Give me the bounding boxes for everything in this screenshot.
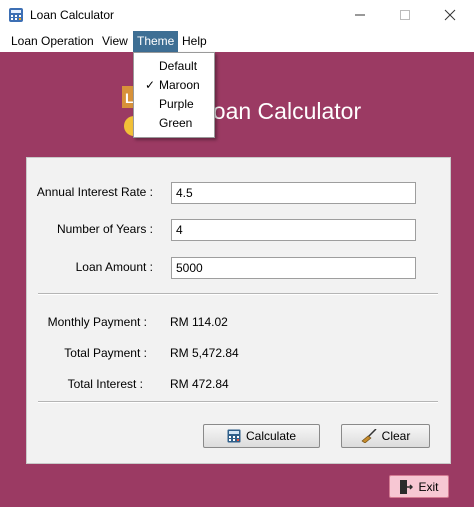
title-bar: Loan Calculator [0,0,474,30]
window-title: Loan Calculator [30,8,115,22]
exit-button[interactable]: Exit [389,475,449,498]
close-window-button[interactable] [438,4,462,26]
theme-option-purple[interactable]: Purple [134,95,214,114]
monthly-payment-value: RM 114.02 [170,315,228,329]
minimize-button[interactable] [348,4,372,26]
menu-theme[interactable]: Theme [133,31,179,52]
theme-option-default[interactable]: Default [134,57,214,76]
theme-option-maroon[interactable]: ✓ Maroon [134,76,214,95]
menu-help[interactable]: Help [178,31,211,52]
menu-bar: Loan Operation View Theme Help [0,31,474,52]
total-payment-value: RM 5,472.84 [170,346,239,360]
logo-title: Loan Calculator [200,98,362,124]
clear-label: Clear [381,429,411,443]
menu-view[interactable]: View [98,31,132,52]
calculate-button[interactable]: Calculate [203,424,320,448]
menu-loan-operation[interactable]: Loan Operation [7,31,98,52]
monthly-payment-label: Monthly Payment : [47,315,147,329]
total-interest-label: Total Interest : [67,377,143,391]
check-icon: ✓ [145,78,156,92]
calculate-label: Calculate [245,429,297,443]
separator [38,401,438,403]
app-calculator-icon [8,7,24,23]
theme-option-green[interactable]: Green [134,114,214,133]
separator [38,293,438,295]
total-payment-label: Total Payment : [64,346,147,360]
broom-icon [361,429,377,443]
calculator-icon [227,429,241,443]
calculator-panel: Annual Interest Rate : Number of Years :… [26,157,451,464]
theme-dropdown-menu: Default ✓ Maroon Purple Green [133,52,215,138]
years-label: Number of Years : [56,222,153,236]
interest-rate-input[interactable] [171,182,416,204]
years-input[interactable] [171,219,416,241]
maximize-button[interactable] [393,4,417,26]
amount-label: Loan Amount : [75,260,153,274]
exit-label: Exit [418,479,439,494]
total-interest-value: RM 472.84 [170,377,229,391]
clear-button[interactable]: Clear [341,424,430,448]
rate-label: Annual Interest Rate : [36,185,153,199]
loan-amount-input[interactable] [171,257,416,279]
exit-door-icon [399,479,414,495]
